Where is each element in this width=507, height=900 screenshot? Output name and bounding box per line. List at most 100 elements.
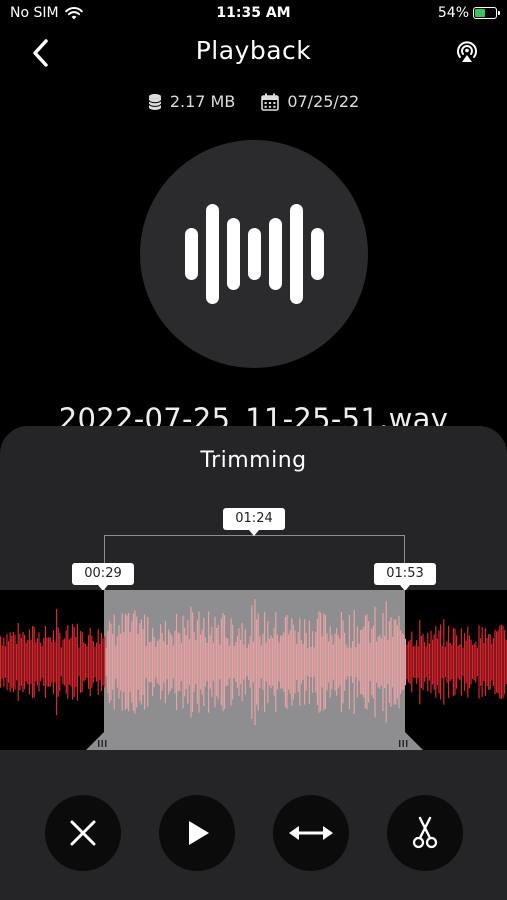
waveform-sample — [398, 615, 400, 709]
cut-button[interactable] — [387, 795, 463, 871]
battery-percent: 54% — [437, 5, 469, 21]
waveform-track[interactable] — [0, 590, 507, 750]
waveform-sample — [467, 626, 469, 698]
waveform-sample — [160, 624, 162, 700]
waveform-sample — [257, 613, 259, 711]
waveform-sample — [259, 636, 261, 688]
waveform-sample — [70, 637, 72, 687]
waveform-sample — [265, 642, 267, 682]
waveform-sample — [256, 619, 258, 705]
waveform-sample — [454, 628, 456, 696]
waveform-sample — [288, 634, 290, 690]
waveform-sample — [52, 630, 54, 694]
waveform-sample — [132, 613, 134, 711]
airplay-button[interactable] — [453, 38, 481, 66]
waveform-sample — [377, 636, 379, 688]
waveform-sample — [76, 623, 78, 701]
waveform-sample — [371, 628, 373, 696]
waveform-sample — [6, 633, 8, 691]
waveform-sample — [180, 643, 182, 681]
waveform-sample — [339, 638, 341, 686]
waveform-sample — [4, 646, 6, 678]
waveform-sample — [292, 624, 294, 700]
waveform-sample — [11, 636, 13, 688]
waveform-sample — [465, 640, 467, 684]
file-size: 2.17 MB — [148, 92, 235, 111]
waveform-sample — [291, 618, 293, 706]
waveform-sample — [363, 626, 365, 698]
waveform-sample — [224, 615, 226, 709]
waveform-sample — [59, 632, 61, 692]
waveform-sample — [276, 634, 278, 690]
waveform-sample — [164, 620, 166, 704]
status-bar: No SIM 11:35 AM 54% — [0, 0, 507, 28]
airplay-icon — [457, 41, 477, 62]
waveform-sample — [313, 647, 315, 677]
waveform-sample — [382, 612, 384, 712]
waveform-sample — [166, 644, 168, 680]
waveform-sample — [297, 632, 299, 692]
play-button[interactable] — [159, 795, 235, 871]
waveform-sample — [35, 642, 37, 682]
waveform-sample — [380, 638, 382, 686]
waveform-sample — [475, 641, 477, 683]
waveform-sample — [96, 642, 98, 682]
waveform-sample — [428, 643, 430, 681]
waveform-sample — [408, 641, 410, 683]
waveform-sample — [123, 632, 125, 692]
waveform-sample — [68, 639, 70, 685]
cancel-button[interactable] — [45, 795, 121, 871]
waveform-sample — [9, 632, 11, 692]
waveform-sample — [225, 637, 227, 687]
waveform-sample — [172, 645, 174, 679]
waveform-sample — [192, 612, 194, 712]
waveform-sample — [33, 626, 35, 698]
waveform-sample — [483, 642, 485, 682]
waveform-sample — [72, 624, 74, 700]
waveform-sample — [201, 629, 203, 695]
waveform-sample — [41, 645, 43, 679]
waveform-sample — [108, 620, 110, 704]
waveform-sample — [219, 644, 221, 680]
waveform-sample — [67, 625, 69, 699]
waveform-sample — [212, 643, 214, 681]
waveform-sample — [366, 614, 368, 710]
waveform-sample — [372, 625, 374, 699]
fit-range-button[interactable] — [273, 795, 349, 871]
waveform-sample — [129, 632, 131, 692]
waveform-sample — [124, 613, 126, 711]
waveform-sample — [38, 632, 40, 692]
waveform-sample — [468, 635, 470, 689]
waveform-sample — [448, 625, 450, 698]
waveform-sample — [104, 636, 106, 688]
waveform-sample — [379, 635, 381, 689]
waveform-sample — [464, 633, 466, 691]
waveform-sample — [99, 644, 101, 680]
waveform-sample — [25, 642, 27, 682]
waveform-sample — [273, 627, 275, 697]
waveform-sample — [152, 627, 154, 696]
waveform-sample — [348, 615, 350, 709]
battery-level-fill — [475, 9, 486, 17]
file-date: 07/25/22 — [261, 92, 359, 111]
waveform-sample — [120, 633, 122, 691]
waveform-sample — [73, 627, 75, 697]
waveform-sample — [248, 644, 250, 680]
waveform-sample — [414, 645, 416, 679]
waveform-sample — [328, 641, 330, 683]
waveform-sample — [182, 615, 184, 709]
waveform-sample — [425, 646, 427, 678]
waveform — [0, 590, 507, 750]
waveform-sample — [283, 632, 285, 692]
waveform-sample — [272, 638, 274, 686]
waveform-sample — [411, 631, 413, 693]
waveform-sample — [220, 618, 222, 706]
waveform-sample — [438, 630, 440, 694]
close-icon — [70, 820, 96, 846]
waveform-sample — [432, 639, 434, 685]
waveform-sample — [488, 634, 490, 690]
waveform-sample — [308, 620, 310, 704]
waveform-sample — [126, 615, 128, 709]
waveform-sample — [153, 636, 155, 688]
waveform-sample — [289, 630, 291, 694]
